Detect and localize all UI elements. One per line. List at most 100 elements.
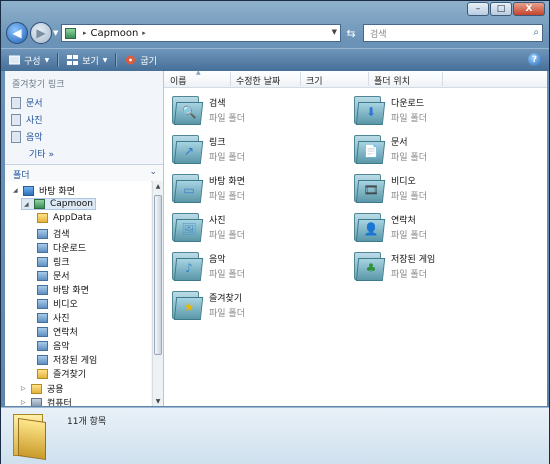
user-folder-icon bbox=[65, 27, 76, 39]
search-icon[interactable]: ⌕ bbox=[533, 27, 539, 38]
folder-icon: 🎞 bbox=[354, 171, 386, 203]
tree-item-contacts[interactable]: 연락처 bbox=[37, 325, 78, 338]
column-header-folder-path[interactable]: 폴더 위치 bbox=[374, 74, 410, 87]
tree-item-links[interactable]: 링크 bbox=[37, 255, 70, 268]
favorite-link-label: 사진 bbox=[26, 116, 43, 126]
tree-item-downloads[interactable]: 다운로드 bbox=[37, 241, 86, 254]
favorite-link-documents[interactable]: 문서 bbox=[11, 96, 43, 109]
file-item[interactable]: ♪ 음악 파일 폴더 bbox=[172, 249, 245, 281]
file-item[interactable]: 🖼 사진 파일 폴더 bbox=[172, 210, 245, 242]
column-header-name[interactable]: 이름 bbox=[170, 74, 187, 87]
file-item[interactable]: ↗ 링크 파일 폴더 bbox=[172, 132, 245, 164]
favorite-link-music[interactable]: 음악 bbox=[11, 130, 43, 143]
file-item-name: 링크 bbox=[209, 138, 226, 148]
film-icon: 🎞 bbox=[363, 183, 379, 197]
address-dropdown[interactable]: ▼ bbox=[332, 28, 337, 36]
music-note-icon: ♪ bbox=[185, 261, 193, 275]
details-pane: 11개 항목 bbox=[1, 407, 549, 464]
tree-item-music[interactable]: 음악 bbox=[37, 339, 70, 352]
tree-item-pictures[interactable]: 사진 bbox=[37, 311, 70, 324]
tree-item-label: 저장된 게임 bbox=[53, 356, 98, 366]
tree-item-capmoon[interactable]: ◢ Capmoon bbox=[21, 198, 96, 210]
maximize-button[interactable]: □ bbox=[490, 2, 512, 16]
organize-button[interactable]: 구성 ▼ bbox=[9, 54, 49, 67]
help-button[interactable]: ? bbox=[528, 53, 541, 66]
tree-item-videos[interactable]: 비디오 bbox=[37, 297, 78, 310]
back-button[interactable]: ◀ bbox=[6, 22, 28, 44]
tree-item-appdata[interactable]: AppData bbox=[37, 213, 92, 223]
folder-icon: 🔍 bbox=[172, 93, 204, 125]
column-divider[interactable] bbox=[442, 72, 443, 86]
search-input[interactable]: 검색 ⌕ bbox=[363, 24, 543, 42]
scroll-down-icon[interactable]: ▼ bbox=[153, 396, 163, 406]
file-item-type: 파일 폴더 bbox=[209, 114, 245, 124]
file-item[interactable]: 📄 문서 파일 폴더 bbox=[354, 132, 427, 164]
chevron-down-icon: ▼ bbox=[102, 56, 108, 64]
minimize-button[interactable]: – bbox=[467, 2, 489, 16]
address-bar[interactable]: ▸ Capmoon ▸ ▼ bbox=[61, 24, 341, 42]
close-button[interactable]: X bbox=[513, 2, 545, 16]
refresh-icon[interactable]: ⇆ bbox=[343, 25, 359, 41]
tree-item-label: 바탕 화면 bbox=[39, 187, 75, 197]
file-item[interactable]: 🔍 검색 파일 폴더 bbox=[172, 93, 245, 125]
tree-item-saved-games[interactable]: 저장된 게임 bbox=[37, 353, 97, 366]
file-item-name: 저장된 게임 bbox=[391, 255, 436, 265]
tree-item-public[interactable]: ▷ 공용 bbox=[21, 382, 64, 395]
file-item[interactable]: ★ 즐겨찾기 파일 폴더 bbox=[172, 288, 245, 320]
burn-label: 굽기 bbox=[140, 56, 157, 67]
file-item[interactable]: 🎞 비디오 파일 폴더 bbox=[354, 171, 427, 203]
favorite-links-more[interactable]: 기타 » bbox=[29, 147, 54, 160]
disc-icon bbox=[126, 55, 136, 65]
tree-item-desktop-folder[interactable]: 바탕 화면 bbox=[37, 283, 89, 296]
file-item[interactable]: ⬇ 다운로드 파일 폴더 bbox=[354, 93, 427, 125]
expand-arrow-icon[interactable]: ▷ bbox=[21, 399, 27, 406]
folder-icon bbox=[13, 414, 47, 460]
downloads-folder-icon bbox=[37, 242, 48, 253]
file-item[interactable]: ♣ 저장된 게임파일 폴더 bbox=[354, 249, 435, 281]
file-item[interactable]: ▭ 바탕 화면 파일 폴더 bbox=[172, 171, 245, 203]
tree-item-searches[interactable]: 검색 bbox=[37, 227, 70, 240]
breadcrumb-capmoon[interactable]: Capmoon bbox=[91, 28, 139, 39]
double-chevron-icon: » bbox=[48, 150, 54, 160]
tree-item-documents[interactable]: 문서 bbox=[37, 269, 70, 282]
tree-item-computer[interactable]: ▷ 컴퓨터 bbox=[21, 396, 72, 406]
recent-pages-dropdown[interactable]: ▼ bbox=[53, 29, 58, 37]
tree-item-favorites[interactable]: 즐겨찾기 bbox=[37, 367, 86, 380]
tree-item-desktop[interactable]: ◢ 바탕 화면 bbox=[13, 184, 75, 197]
contact-card-icon: 👤 bbox=[363, 222, 379, 236]
tree-item-label: 공용 bbox=[47, 385, 64, 395]
folder-icon: ★ bbox=[172, 288, 204, 320]
folder-icon: ♣ bbox=[354, 249, 386, 281]
pictures-icon bbox=[11, 113, 21, 126]
breadcrumb-separator[interactable]: ▸ bbox=[142, 29, 146, 37]
burn-button[interactable]: 굽기 bbox=[125, 54, 157, 67]
column-header-date-modified[interactable]: 수정한 날짜 bbox=[236, 74, 280, 87]
pictures-folder-icon bbox=[37, 312, 48, 323]
favorite-link-pictures[interactable]: 사진 bbox=[11, 113, 43, 126]
favorite-link-label: 문서 bbox=[26, 99, 43, 109]
tree-scrollbar[interactable]: ▲ ▼ bbox=[152, 181, 163, 406]
collapse-arrow-icon[interactable]: ◢ bbox=[13, 187, 19, 194]
file-item-name: 연락처 bbox=[391, 216, 416, 226]
column-divider[interactable] bbox=[230, 72, 231, 86]
breadcrumb-separator[interactable]: ▸ bbox=[83, 29, 87, 37]
expand-arrow-icon[interactable]: ▷ bbox=[21, 385, 27, 392]
star-icon: ★ bbox=[183, 300, 195, 314]
search-folder-icon bbox=[37, 228, 48, 239]
file-item[interactable]: 👤 연락처 파일 폴더 bbox=[354, 210, 427, 242]
tree-item-label: 컴퓨터 bbox=[47, 399, 72, 406]
column-header-size[interactable]: 크기 bbox=[306, 74, 323, 87]
column-divider[interactable] bbox=[300, 72, 301, 86]
link-arrow-icon: ↗ bbox=[183, 144, 195, 158]
public-folder-icon bbox=[31, 383, 42, 394]
tree-item-label: 음악 bbox=[53, 342, 70, 352]
scroll-up-icon[interactable]: ▲ bbox=[153, 181, 163, 191]
folders-header[interactable]: 폴더 ⌄ bbox=[5, 164, 163, 182]
scroll-thumb[interactable] bbox=[154, 195, 162, 355]
file-item-type: 파일 폴더 bbox=[391, 270, 427, 280]
music-icon bbox=[11, 130, 21, 143]
column-divider[interactable] bbox=[368, 72, 369, 86]
views-button[interactable]: 보기 ▼ bbox=[67, 54, 107, 67]
collapse-arrow-icon[interactable]: ◢ bbox=[24, 201, 30, 208]
forward-button[interactable]: ▶ bbox=[30, 22, 52, 44]
